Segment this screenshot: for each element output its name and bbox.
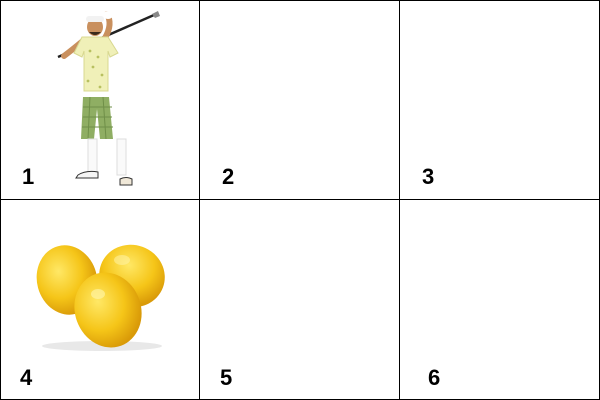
golfer-picture [57,11,160,186]
picture-grid: 1 2 3 4 5 6 [0,0,600,400]
grid-cell-2: 2 [200,0,400,200]
grid-border-middle [0,199,600,200]
cell-number: 1 [22,164,35,189]
grid-cell-5: 5 [200,200,400,400]
cell-number: 2 [222,164,235,189]
grid-cell-6: 6 [400,200,600,400]
grid-cell-3: 3 [400,0,600,200]
cell-number: 3 [422,164,435,189]
cell-number: 5 [220,365,233,390]
grid-cell-1: 1 [0,0,200,200]
grid-cell-4: 4 [0,200,200,400]
cell-number: 4 [20,365,33,390]
cell-number: 6 [428,365,441,390]
grid-divider-1 [199,0,200,400]
lemons-picture [36,244,165,351]
grid-divider-2 [399,0,400,400]
grid-border-left [0,0,1,400]
grid-border-top [0,0,600,1]
